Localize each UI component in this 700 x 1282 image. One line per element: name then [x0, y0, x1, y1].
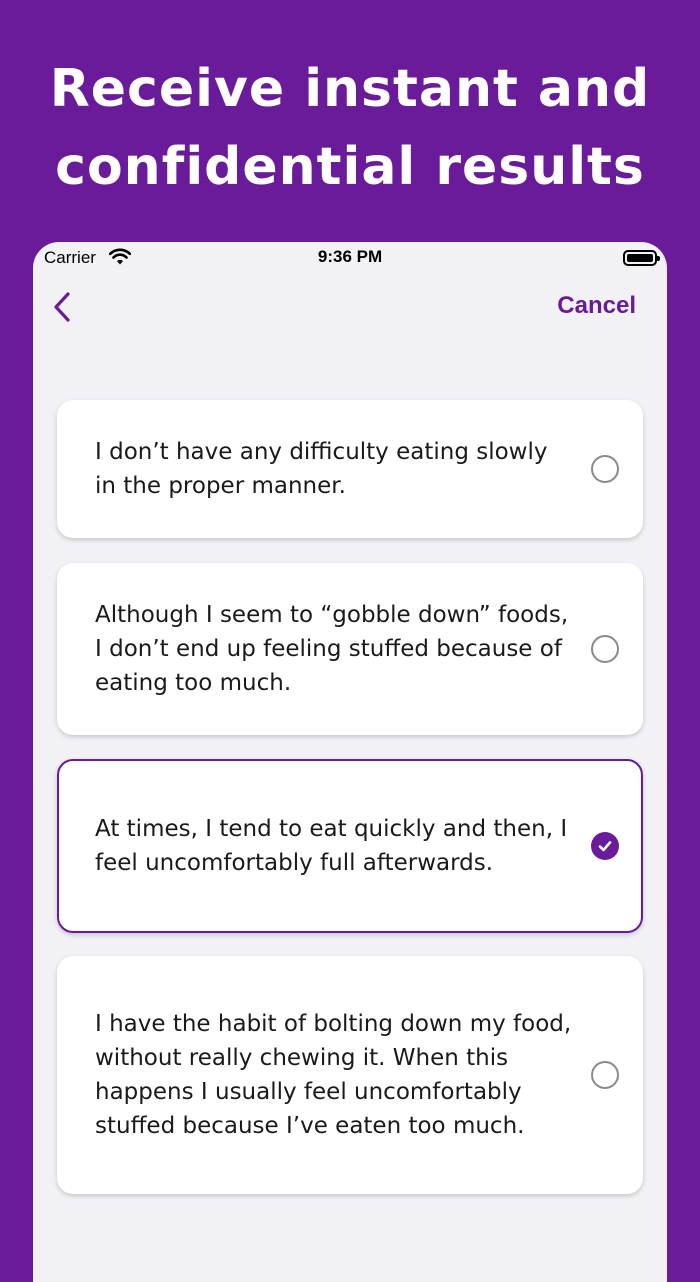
checkmark-icon — [598, 841, 612, 852]
answer-option-3[interactable]: At times, I tend to eat quickly and then… — [57, 759, 643, 933]
answer-option-1[interactable]: I don’t have any difficulty eating slowl… — [57, 400, 643, 538]
headline-line-2: confidential results — [55, 137, 645, 197]
radio-unchecked-icon[interactable] — [591, 635, 619, 663]
chevron-left-icon — [54, 292, 70, 322]
option-text: At times, I tend to eat quickly and then… — [95, 816, 568, 876]
cancel-button[interactable]: Cancel — [557, 292, 636, 320]
back-button[interactable] — [51, 290, 73, 324]
option-text: Although I seem to “gobble down” foods, … — [95, 602, 569, 696]
answer-option-2[interactable]: Although I seem to “gobble down” foods, … — [57, 563, 643, 735]
radio-unchecked-icon[interactable] — [591, 455, 619, 483]
radio-checked-icon[interactable] — [591, 832, 619, 860]
phone-screen: Carrier 9:36 PM Cancel I don’t have any … — [33, 242, 667, 1282]
status-time: 9:36 PM — [317, 247, 383, 266]
option-text: I don’t have any difficulty eating slowl… — [95, 439, 548, 499]
option-text: I have the habit of bolting down my food… — [95, 1011, 572, 1139]
headline: Receive instant and confidential results — [0, 50, 700, 206]
status-bar: Carrier 9:36 PM — [33, 242, 667, 274]
battery-icon — [623, 250, 660, 266]
headline-line-1: Receive instant and — [49, 59, 651, 119]
radio-unchecked-icon[interactable] — [591, 1061, 619, 1089]
answer-option-4[interactable]: I have the habit of bolting down my food… — [57, 956, 643, 1194]
